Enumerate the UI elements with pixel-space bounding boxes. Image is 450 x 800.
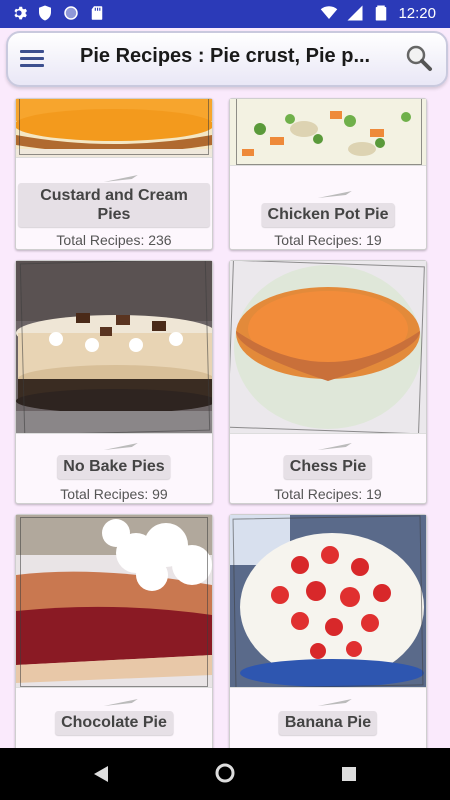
home-icon[interactable] — [214, 762, 236, 784]
chicken-pot-pie-photo — [230, 99, 426, 166]
search-icon[interactable] — [404, 43, 434, 73]
card-count: Total Recipes: 99 — [60, 486, 168, 502]
card-count: Total Recipes: 236 — [56, 232, 172, 248]
chess-pie-photo — [230, 261, 426, 434]
menu-icon[interactable] — [20, 47, 44, 69]
no-bake-pie-photo — [16, 261, 212, 434]
chocolate-pie-photo — [16, 515, 212, 688]
navigation-bar — [0, 748, 450, 800]
status-bar: 12:20 — [0, 0, 450, 28]
recipe-card-chicken-pot-pie[interactable]: Chicken Pot Pie Total Recipes: 19 — [229, 98, 427, 250]
card-label: Chicken Pot Pie — [261, 203, 395, 227]
custard-pie-photo — [16, 99, 212, 158]
card-label: No Bake Pies — [57, 455, 171, 479]
signal-icon — [347, 5, 363, 21]
card-label: Custard and Cream Pies — [18, 183, 210, 227]
shield-icon — [39, 5, 51, 21]
banana-pie-photo — [230, 515, 426, 688]
back-icon[interactable] — [92, 764, 110, 784]
card-label: Banana Pie — [278, 711, 378, 735]
recipe-card-chocolate-pie[interactable]: Chocolate Pie — [15, 514, 213, 748]
circle-icon — [64, 6, 78, 20]
quill-decoration — [317, 699, 352, 706]
card-count: Total Recipes: 19 — [274, 486, 382, 502]
quill-decoration — [103, 443, 138, 450]
recipe-card-banana-pie[interactable]: Banana Pie — [229, 514, 427, 748]
quill-decoration — [103, 699, 138, 706]
quill-decoration — [317, 443, 352, 450]
quill-decoration — [317, 191, 352, 198]
recipe-card-no-bake[interactable]: No Bake Pies Total Recipes: 99 — [15, 260, 213, 504]
card-count: Total Recipes: 19 — [274, 232, 382, 248]
recents-icon[interactable] — [341, 766, 357, 782]
wifi-icon — [321, 6, 338, 19]
card-label: Chess Pie — [283, 455, 373, 479]
sd-card-icon — [91, 6, 103, 20]
gear-icon — [14, 6, 28, 20]
recipe-card-custard[interactable]: Custard and Cream Pies Total Recipes: 23… — [15, 98, 213, 250]
page-title: Pie Recipes : Pie crust, Pie p... — [80, 45, 371, 67]
battery-icon — [376, 5, 387, 21]
card-label: Chocolate Pie — [55, 711, 173, 735]
recipe-grid: Custard and Cream Pies Total Recipes: 23… — [0, 88, 450, 748]
clock: 12:20 — [398, 4, 436, 22]
recipe-card-chess-pie[interactable]: Chess Pie Total Recipes: 19 — [229, 260, 427, 504]
quill-decoration — [103, 175, 138, 182]
app-bar: Pie Recipes : Pie crust, Pie p... — [6, 31, 448, 87]
